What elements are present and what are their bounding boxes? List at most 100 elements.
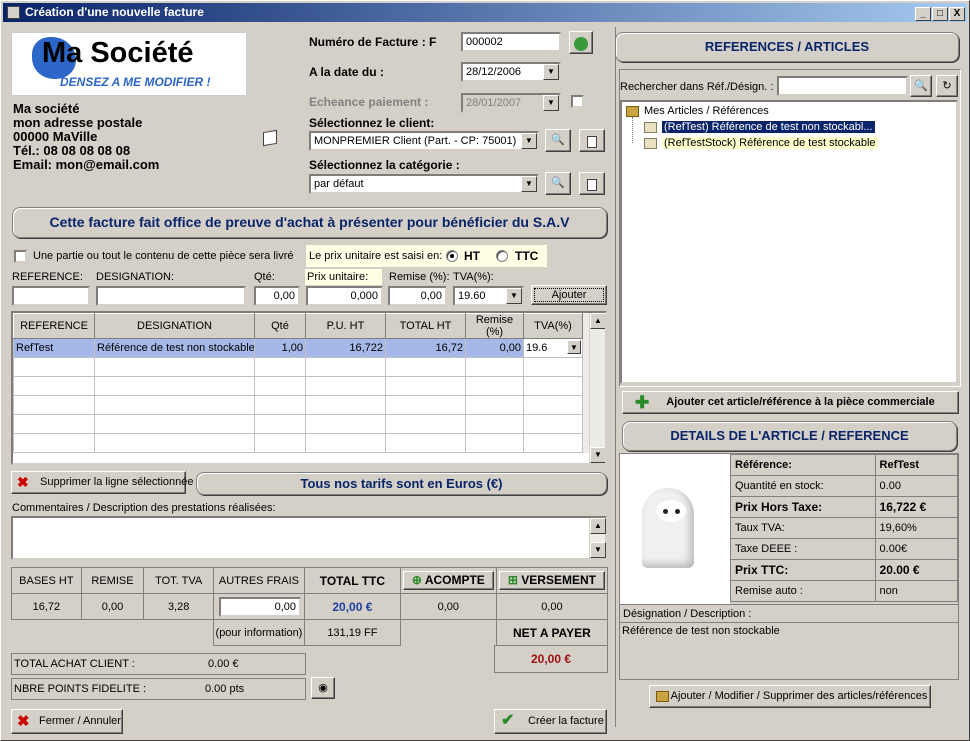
col-tva[interactable]: TVA(%) bbox=[523, 313, 583, 339]
partial-delivery-checkbox[interactable] bbox=[14, 250, 27, 263]
search-ref-input[interactable] bbox=[777, 76, 908, 96]
chevron-down-icon[interactable]: ▼ bbox=[506, 288, 522, 304]
search-category-button[interactable]: 🔍 bbox=[545, 172, 571, 195]
reference-input[interactable] bbox=[12, 286, 90, 306]
total-ttc-label: TOTAL TTC bbox=[303, 567, 401, 594]
edit-company-icon[interactable] bbox=[263, 129, 277, 147]
due-date-picker[interactable]: 28/01/2007 ▼ bbox=[461, 93, 561, 113]
tree-item-reftest[interactable]: (RefTest) Référence de test non stockabl… bbox=[662, 121, 875, 133]
qty-input[interactable]: 0,00 bbox=[254, 286, 300, 306]
manage-articles-button[interactable]: Ajouter / Modifier / Supprimer des artic… bbox=[649, 685, 931, 708]
col-remise[interactable]: Remise (%) bbox=[465, 313, 524, 339]
refresh-ref-button[interactable]: ↻ bbox=[936, 75, 958, 97]
invoice-window: Création d'une nouvelle facture _ □ X Ma… bbox=[0, 0, 970, 741]
close-window-button[interactable]: X bbox=[949, 7, 965, 21]
total-achat-row: TOTAL ACHAT CLIENT : 0.00 € bbox=[11, 653, 306, 675]
search-ref-button[interactable]: 🔍 bbox=[910, 75, 932, 97]
comments-label: Commentaires / Description des prestatio… bbox=[12, 502, 276, 514]
close-button[interactable]: ✖ Fermer / Annuler bbox=[11, 709, 123, 734]
autres-frais-label: AUTRES FRAIS bbox=[213, 567, 305, 594]
table-row[interactable] bbox=[13, 376, 605, 396]
delete-line-button[interactable]: ✖ Supprimer la ligne sélectionnée bbox=[11, 471, 193, 494]
designation-label: DESIGNATION: bbox=[96, 271, 175, 283]
info-label: (pour information) bbox=[213, 619, 305, 646]
chevron-down-icon[interactable]: ▼ bbox=[543, 95, 559, 111]
chevron-down-icon[interactable]: ▼ bbox=[521, 133, 537, 149]
scroll-down-icon[interactable]: ▼ bbox=[590, 542, 606, 558]
new-client-button[interactable] bbox=[579, 129, 605, 152]
title-bar: Création d'une nouvelle facture _ □ X bbox=[3, 3, 967, 22]
table-row[interactable] bbox=[13, 414, 605, 434]
chevron-down-icon[interactable]: ▼ bbox=[567, 340, 581, 354]
table-row[interactable]: RefTest Référence de test non stockable … bbox=[13, 338, 605, 358]
minimize-button[interactable]: _ bbox=[915, 7, 931, 21]
points-value: 0.00 pts bbox=[205, 683, 245, 695]
euro-banner: Tous nos tarifs sont en Euros (€) bbox=[196, 472, 607, 495]
ht-radio[interactable] bbox=[446, 250, 458, 262]
col-designation[interactable]: DESIGNATION bbox=[94, 313, 255, 339]
sav-banner: Cette facture fait office de preuve d'ac… bbox=[12, 207, 607, 238]
tree-root[interactable]: Mes Articles / Références bbox=[644, 105, 769, 117]
tva-select[interactable]: 19.60 ▼ bbox=[453, 286, 524, 306]
unit-price-input[interactable]: 0,000 bbox=[306, 286, 383, 306]
col-reference[interactable]: REFERENCE bbox=[13, 313, 95, 339]
col-unit-price[interactable]: P.U. HT bbox=[305, 313, 386, 339]
logo-name: Ma Société bbox=[42, 37, 194, 69]
logo-tagline: DENSEZ A ME MODIFIER ! bbox=[60, 75, 211, 89]
invoice-lines-table[interactable]: REFERENCE DESIGNATION Qté P.U. HT TOTAL … bbox=[11, 311, 607, 465]
window-title: Création d'une nouvelle facture bbox=[25, 5, 204, 19]
comments-scrollbar[interactable]: ▲ ▼ bbox=[589, 518, 606, 558]
table-row[interactable] bbox=[13, 357, 605, 377]
table-row[interactable] bbox=[13, 395, 605, 415]
scroll-down-icon[interactable]: ▼ bbox=[590, 447, 605, 463]
chevron-down-icon[interactable]: ▼ bbox=[543, 64, 559, 80]
remise-input[interactable]: 0,00 bbox=[388, 286, 447, 306]
table-row[interactable] bbox=[13, 433, 605, 453]
new-category-button[interactable] bbox=[579, 172, 605, 195]
designation-input[interactable] bbox=[96, 286, 246, 306]
points-row: NBRE POINTS FIDELITE : 0.00 pts bbox=[11, 678, 306, 700]
new-document-icon bbox=[587, 179, 597, 192]
date-label: A la date du : bbox=[309, 65, 384, 79]
add-line-button[interactable]: Ajouter bbox=[531, 285, 607, 305]
due-date-label: Echeance paiement : bbox=[309, 95, 429, 109]
versement-button[interactable]: ⊞ VERSEMENT bbox=[498, 571, 605, 590]
due-date-checkbox[interactable] bbox=[571, 95, 584, 108]
ttc-radio[interactable] bbox=[496, 250, 508, 262]
comments-textarea[interactable]: ▲ ▼ bbox=[11, 516, 607, 560]
refresh-number-button[interactable] bbox=[569, 31, 593, 54]
article-icon bbox=[644, 138, 657, 149]
view-points-button[interactable]: ◉ bbox=[311, 677, 335, 699]
remise-total-value: 0,00 bbox=[80, 593, 145, 620]
date-picker[interactable]: 28/12/2006 ▼ bbox=[461, 62, 561, 82]
invoice-number-input[interactable]: 000002 bbox=[461, 32, 561, 52]
autres-frais-input[interactable]: 0,00 bbox=[219, 596, 301, 617]
acompte-button[interactable]: ⊕ ACOMPTE bbox=[402, 571, 494, 590]
ht-label: HT bbox=[464, 249, 480, 263]
total-ttc-value: 20,00 € bbox=[303, 593, 401, 620]
search-client-button[interactable]: 🔍 bbox=[545, 129, 571, 152]
maximize-button[interactable]: □ bbox=[932, 7, 948, 21]
scroll-up-icon[interactable]: ▲ bbox=[590, 313, 605, 329]
category-select[interactable]: par défaut ▼ bbox=[309, 174, 539, 194]
recycle-icon bbox=[574, 36, 588, 51]
price-mode-label: Le prix unitaire est saisi en: bbox=[309, 250, 443, 262]
create-invoice-button[interactable]: ✔ Créer la facture bbox=[494, 709, 607, 734]
company-address: Ma société mon adresse postale 00000 MaV… bbox=[13, 101, 160, 172]
lines-scrollbar[interactable]: ▲ ▼ bbox=[589, 313, 605, 463]
check-icon: ✔ bbox=[501, 712, 515, 729]
delete-icon: ✖ bbox=[17, 474, 29, 490]
tree-item-refteststock[interactable]: (RefTestStock) Référence de test stockab… bbox=[662, 137, 878, 149]
add-article-button[interactable]: ✚ Ajouter cet article/référence à la piè… bbox=[622, 391, 959, 414]
client-select[interactable]: MONPREMIER Client (Part. - CP: 75001) ▼ bbox=[309, 131, 539, 151]
search-icon: 🔍 bbox=[551, 134, 565, 146]
chevron-down-icon[interactable]: ▼ bbox=[521, 176, 537, 192]
ttc-ff-value: 131,19 FF bbox=[303, 619, 401, 646]
col-total-ht[interactable]: TOTAL HT bbox=[385, 313, 466, 339]
bases-ht-label: BASES HT bbox=[11, 567, 82, 594]
search-icon: 🔍 bbox=[914, 80, 928, 92]
references-tree[interactable]: Mes Articles / Références (RefTest) Réfé… bbox=[620, 100, 958, 384]
total-achat-label: TOTAL ACHAT CLIENT : bbox=[14, 658, 135, 670]
scroll-up-icon[interactable]: ▲ bbox=[590, 518, 606, 534]
col-qty[interactable]: Qté bbox=[254, 313, 306, 339]
